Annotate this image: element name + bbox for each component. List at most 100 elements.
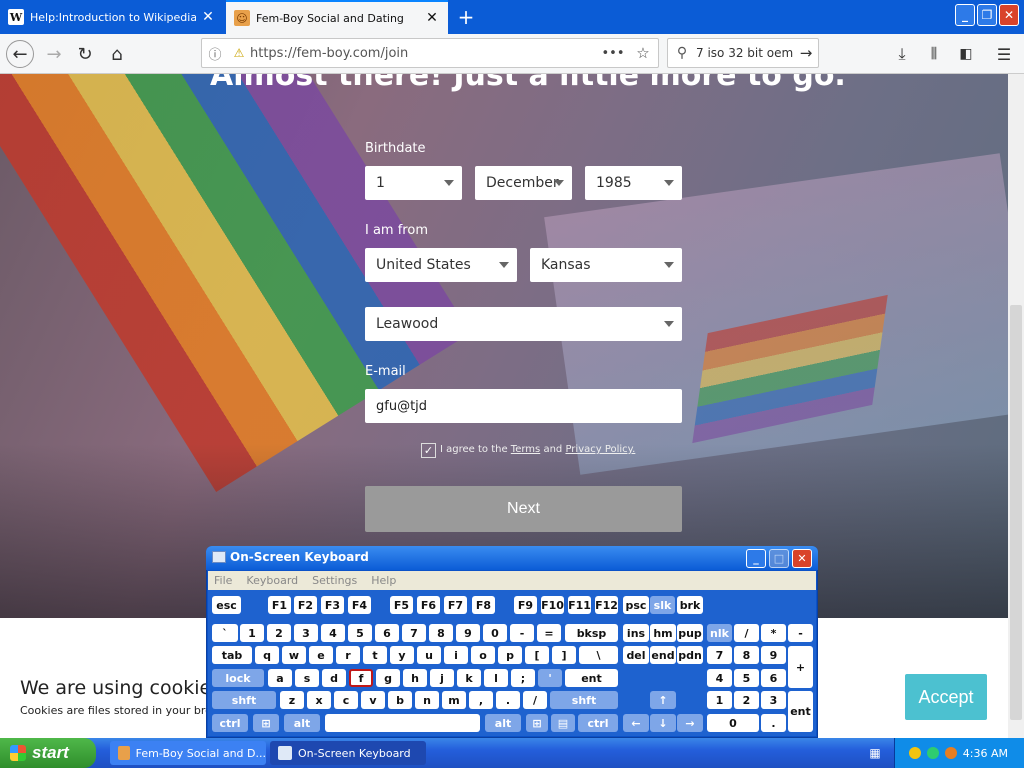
close-tab-icon[interactable]: ✕ [424, 10, 440, 26]
osk-key-;[interactable]: ; [511, 669, 535, 687]
taskbar-item-firefox[interactable]: Fem-Boy Social and D... [110, 741, 266, 765]
osk-key-F10[interactable]: F10 [541, 596, 564, 614]
osk-menu-help[interactable]: Help [371, 574, 396, 587]
osk-key-b[interactable]: b [388, 691, 412, 709]
osk-key-pup[interactable]: pup [677, 624, 703, 642]
scrollbar-thumb[interactable] [1010, 305, 1022, 720]
forward-button[interactable]: → [40, 40, 68, 68]
osk-key-0[interactable]: 0 [707, 714, 759, 732]
downloads-icon[interactable]: ⤓ [888, 40, 916, 68]
privacy-policy-link[interactable]: Privacy Policy. [565, 444, 635, 455]
birth-year-select[interactable]: 1985 [585, 166, 682, 200]
osk-key-8[interactable]: 8 [734, 646, 759, 664]
osk-key-v[interactable]: v [361, 691, 385, 709]
sidebar-icon[interactable]: ◧ [952, 40, 980, 68]
osk-key-6[interactable]: 6 [761, 669, 786, 687]
osk-key-tab[interactable]: tab [212, 646, 252, 664]
osk-key-l[interactable]: l [484, 669, 508, 687]
next-button[interactable]: Next [365, 486, 682, 532]
osk-key-bksp[interactable]: bksp [565, 624, 618, 642]
osk-key-m[interactable]: m [442, 691, 466, 709]
osk-key-del[interactable]: del [623, 646, 649, 664]
osk-key-ctrl[interactable]: ctrl [578, 714, 618, 732]
accept-cookies-button[interactable]: Accept [905, 674, 987, 720]
security-shield-icon[interactable] [908, 747, 921, 759]
home-button[interactable]: ⌂ [103, 40, 131, 68]
osk-key-ins[interactable]: ins [623, 624, 649, 642]
state-select[interactable]: Kansas [530, 248, 682, 282]
osk-key-▤[interactable]: ▤ [551, 714, 575, 732]
osk-key-a[interactable]: a [268, 669, 292, 687]
osk-key-7[interactable]: 7 [402, 624, 426, 642]
osk-key-,[interactable]: , [469, 691, 493, 709]
osk-key-2[interactable]: 2 [734, 691, 759, 709]
search-go-icon[interactable]: → [794, 44, 818, 62]
osk-key-][interactable]: ] [552, 646, 576, 664]
osk-key-alt[interactable]: alt [485, 714, 521, 732]
start-button[interactable]: start [0, 738, 96, 768]
osk-menu-keyboard[interactable]: Keyboard [246, 574, 298, 587]
osk-key-ctrl[interactable]: ctrl [212, 714, 248, 732]
window-minimize-button[interactable]: _ [955, 4, 975, 26]
keyboard-tray-icon[interactable]: ▦ [866, 745, 884, 761]
osk-key-⊞[interactable]: ⊞ [526, 714, 548, 732]
osk-key-1[interactable]: 1 [707, 691, 732, 709]
osk-key-/[interactable]: / [734, 624, 759, 642]
osk-menu-file[interactable]: File [214, 574, 232, 587]
osk-key-←[interactable]: ← [623, 714, 649, 732]
osk-minimize-button[interactable]: _ [746, 549, 766, 568]
osk-key-F9[interactable]: F9 [514, 596, 537, 614]
osk-close-button[interactable]: ✕ [792, 549, 812, 568]
osk-keypad-plus[interactable]: + [788, 646, 813, 688]
osk-key-d[interactable]: d [322, 669, 346, 687]
osk-key-5[interactable]: 5 [348, 624, 372, 642]
osk-key-lock[interactable]: lock [212, 669, 264, 687]
back-button[interactable]: ← [6, 40, 34, 68]
window-restore-button[interactable]: ❐ [977, 4, 997, 26]
osk-key-shft[interactable]: shft [212, 691, 276, 709]
osk-key-'[interactable]: ' [538, 669, 562, 687]
osk-key-brk[interactable]: brk [677, 596, 703, 614]
osk-key-6[interactable]: 6 [375, 624, 399, 642]
osk-key-7[interactable]: 7 [707, 646, 732, 664]
osk-key-y[interactable]: y [390, 646, 414, 664]
terms-link[interactable]: Terms [511, 444, 540, 455]
osk-key-f[interactable]: f [349, 669, 373, 687]
osk-keypad-enter[interactable]: ent [788, 691, 813, 732]
osk-key-=[interactable]: = [537, 624, 561, 642]
osk-key-k[interactable]: k [457, 669, 481, 687]
agree-checkbox[interactable]: ✓ [421, 443, 436, 458]
osk-key-j[interactable]: j [430, 669, 454, 687]
osk-key-pdn[interactable]: pdn [677, 646, 703, 664]
bookmark-star-icon[interactable]: ☆ [628, 44, 658, 62]
osk-menu-settings[interactable]: Settings [312, 574, 357, 587]
osk-key-1[interactable]: 1 [240, 624, 264, 642]
osk-key-F11[interactable]: F11 [568, 596, 591, 614]
new-tab-button[interactable]: + [452, 0, 480, 34]
city-select[interactable]: Leawood [365, 307, 682, 341]
osk-key-3[interactable]: 3 [761, 691, 786, 709]
osk-key-⊞[interactable]: ⊞ [253, 714, 279, 732]
osk-key-x[interactable]: x [307, 691, 331, 709]
osk-key-h[interactable]: h [403, 669, 427, 687]
osk-key-→[interactable]: → [677, 714, 703, 732]
menu-hamburger-icon[interactable]: ☰ [990, 40, 1018, 68]
osk-key-u[interactable]: u [417, 646, 441, 664]
birth-month-select[interactable]: December [475, 166, 572, 200]
osk-key-F3[interactable]: F3 [321, 596, 344, 614]
osk-key-q[interactable]: q [255, 646, 279, 664]
insecure-lock-icon[interactable]: ⚠ [228, 46, 250, 60]
taskbar-item-osk[interactable]: On-Screen Keyboard [270, 741, 426, 765]
osk-key-end[interactable]: end [650, 646, 676, 664]
osk-key-2[interactable]: 2 [267, 624, 291, 642]
osk-key-9[interactable]: 9 [761, 646, 786, 664]
osk-key-5[interactable]: 5 [734, 669, 759, 687]
tab-wikipedia[interactable]: W Help:Introduction to Wikipedia - W ✕ [0, 0, 224, 34]
osk-key-F4[interactable]: F4 [348, 596, 371, 614]
osk-key-F12[interactable]: F12 [595, 596, 618, 614]
osk-key-o[interactable]: o [471, 646, 495, 664]
osk-key-w[interactable]: w [282, 646, 306, 664]
osk-key-F1[interactable]: F1 [268, 596, 291, 614]
tab-fem-boy[interactable]: ☺ Fem-Boy Social and Dating ✕ [226, 0, 448, 34]
search-input[interactable]: 7 iso 32 bit oem [696, 46, 794, 60]
